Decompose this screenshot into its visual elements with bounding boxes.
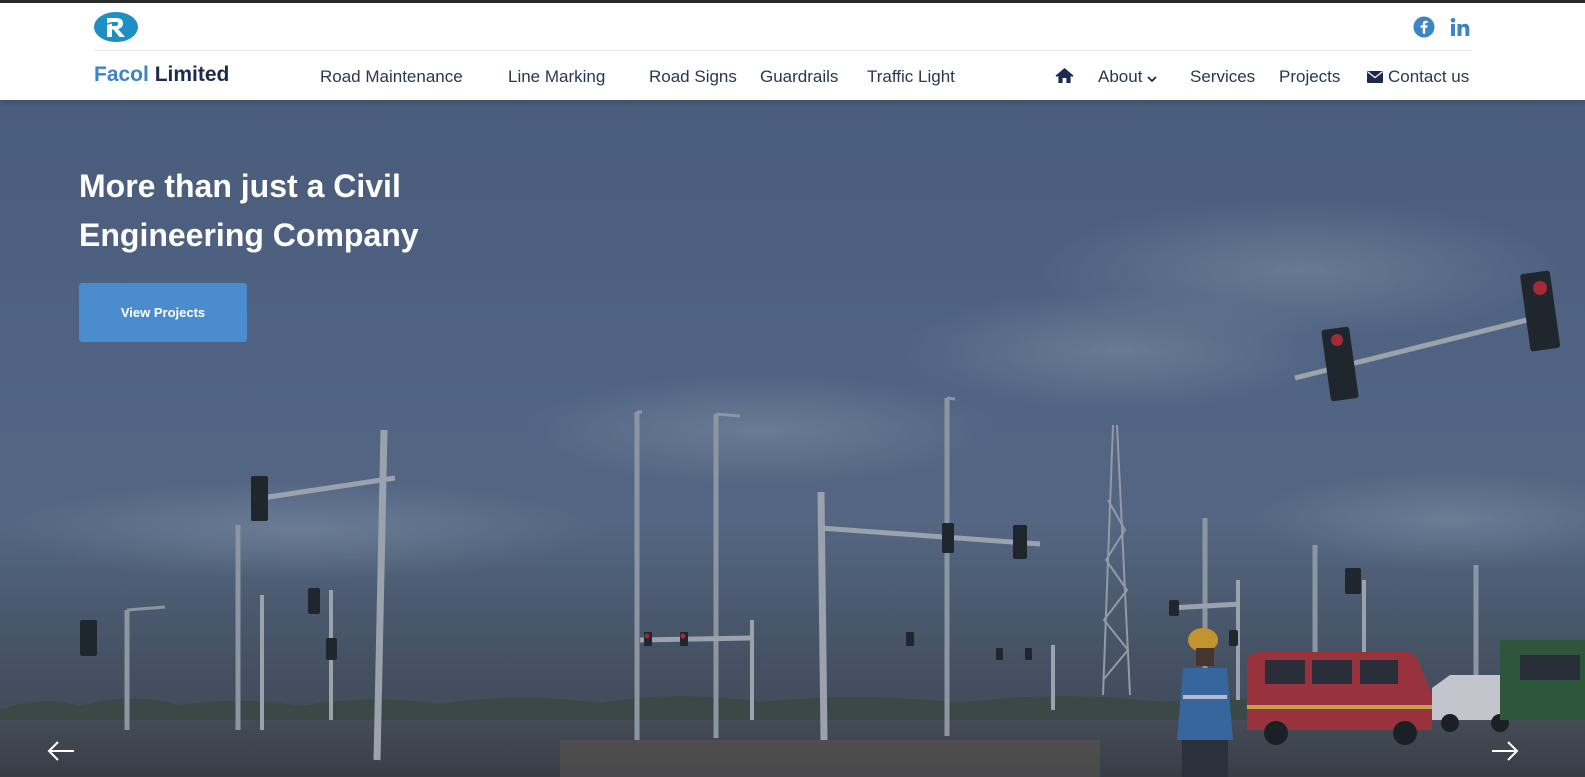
hero-section: More than just a Civil Engineering Compa… [0, 100, 1585, 777]
site-header: Facol Limited Road Maintenance Line Mark… [0, 3, 1585, 100]
hero-title: More than just a Civil Engineering Compa… [79, 162, 539, 260]
header-divider [94, 50, 1472, 51]
nav-guardrails[interactable]: Guardrails [760, 67, 838, 87]
brand-name[interactable]: Facol Limited [94, 63, 229, 87]
nav-contact[interactable]: Contact us [1367, 67, 1469, 87]
nav-about[interactable]: About [1098, 67, 1158, 87]
nav-line-marking[interactable]: Line Marking [508, 67, 605, 87]
home-icon[interactable] [1055, 67, 1074, 84]
hero-title-line1: More than just a Civil [79, 168, 401, 204]
nav-about-label: About [1098, 67, 1143, 86]
nav-road-maintenance[interactable]: Road Maintenance [320, 67, 463, 87]
arrow-left-icon[interactable] [46, 738, 76, 764]
nav-road-signs[interactable]: Road Signs [649, 67, 737, 87]
view-projects-button[interactable]: View Projects [79, 283, 247, 342]
page: Facol Limited Road Maintenance Line Mark… [0, 0, 1585, 777]
logo-mark-icon [104, 18, 125, 37]
nav-traffic-light[interactable]: Traffic Light [867, 67, 955, 87]
nav-services[interactable]: Services [1190, 67, 1255, 87]
hero-title-line2: Engineering Company [79, 217, 419, 253]
logo[interactable] [94, 12, 138, 42]
arrow-right-icon[interactable] [1490, 738, 1520, 764]
linkedin-icon[interactable] [1448, 15, 1472, 39]
brand-name-part1: Facol [94, 63, 149, 86]
nav-projects[interactable]: Projects [1279, 67, 1340, 87]
brand-name-part2: Limited [154, 63, 230, 86]
envelope-icon [1367, 71, 1383, 83]
facebook-icon[interactable] [1412, 15, 1436, 39]
nav-contact-label: Contact us [1388, 67, 1470, 86]
social-links [1412, 15, 1472, 39]
chevron-down-icon [1147, 76, 1158, 83]
